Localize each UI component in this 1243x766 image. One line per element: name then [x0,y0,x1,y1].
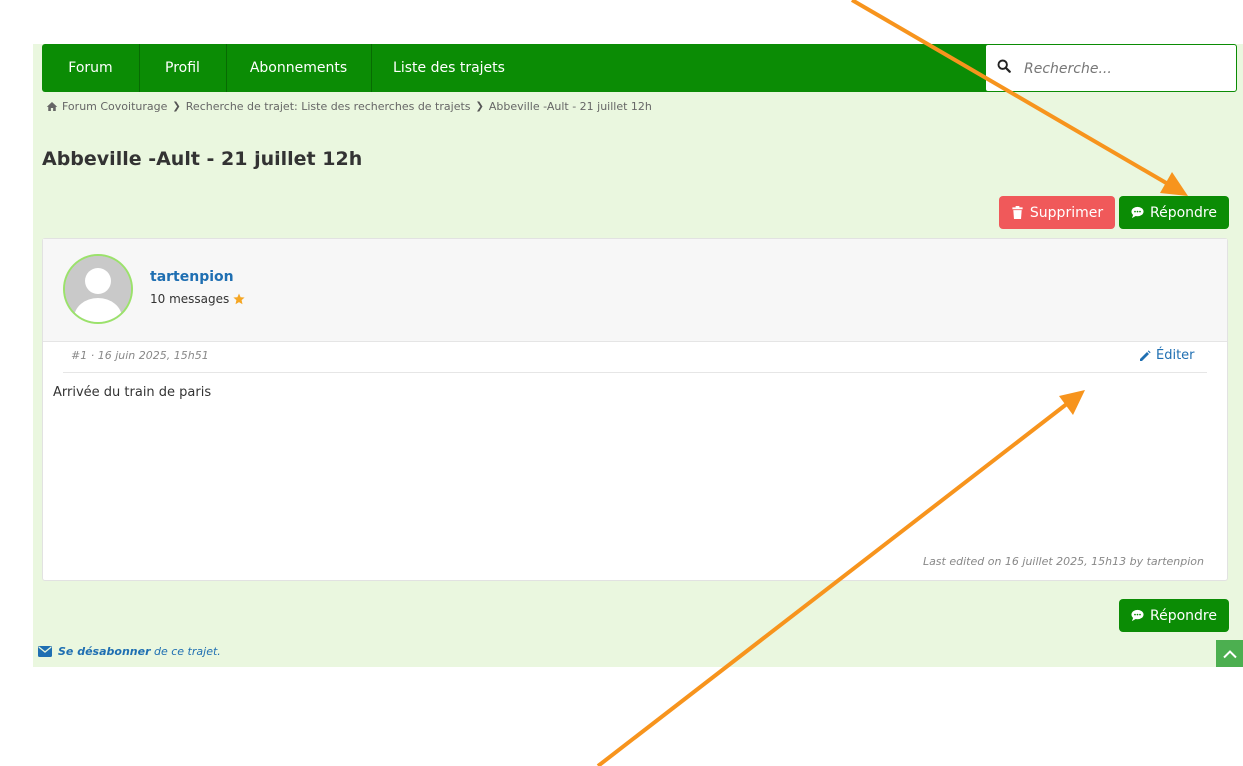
unsubscribe-line: Se désabonner de ce trajet. [38,645,221,658]
reply-button-bottom[interactable]: Répondre [1119,599,1229,632]
breadcrumb-forum[interactable]: Forum Covoiturage [62,100,167,113]
post-header: tartenpion 10 messages [43,239,1227,342]
author-message-count: 10 messages [150,292,245,306]
edit-label: Éditer [1156,348,1195,363]
nav-profil[interactable]: Profil [139,44,227,92]
chevron-up-icon [1222,649,1237,658]
nav-liste-trajets[interactable]: Liste des trajets [371,44,527,92]
nav-forum[interactable]: Forum [42,44,140,92]
post-divider [63,372,1207,373]
delete-label: Supprimer [1029,204,1104,221]
chevron-right-icon: ❯ [172,101,181,112]
reply-label: Répondre [1150,607,1217,624]
envelope-icon [38,646,52,657]
search-input[interactable] [1022,57,1226,81]
post-card: tartenpion 10 messages #1 · 16 juin 2025… [42,238,1228,581]
comment-icon [1131,206,1144,219]
unsubscribe-link[interactable]: Se désabonner [58,645,151,658]
edit-link[interactable]: Éditer [1139,348,1195,363]
page-container: Forum Profil Abonnements Liste des traje… [33,44,1243,667]
post-author[interactable]: tartenpion [150,269,234,285]
search-box[interactable] [985,44,1237,92]
breadcrumb: Forum Covoiturage ❯ Recherche de trajet:… [46,100,652,113]
message-count-text: 10 messages [150,292,230,306]
unsubscribe-rest: de ce trajet. [154,645,221,658]
chevron-right-icon: ❯ [475,101,484,112]
nav-abonnements[interactable]: Abonnements [226,44,372,92]
avatar[interactable] [65,256,131,322]
breadcrumb-recherche[interactable]: Recherche de trajet: Liste des recherche… [186,100,471,113]
last-edited-note: Last edited on 16 juillet 2025, 15h13 by… [922,555,1204,568]
delete-button[interactable]: Supprimer [999,196,1115,229]
post-meta[interactable]: #1 · 16 juin 2025, 15h51 [71,349,209,362]
search-icon [997,59,1011,73]
scroll-to-top-button[interactable] [1216,640,1243,667]
reply-label: Répondre [1150,204,1217,221]
user-avatar-icon [65,256,131,322]
star-icon [233,293,245,305]
pencil-icon [1140,349,1151,361]
comment-icon [1131,609,1144,622]
trash-icon [1012,206,1023,219]
main-navbar: Forum Profil Abonnements Liste des traje… [42,44,1237,92]
home-icon [46,102,58,111]
page-title: Abbeville -Ault - 21 juillet 12h [42,148,363,170]
breadcrumb-current[interactable]: Abbeville -Ault - 21 juillet 12h [489,100,652,113]
reply-button-top[interactable]: Répondre [1119,196,1229,229]
post-body: Arrivée du train de paris [53,385,212,400]
